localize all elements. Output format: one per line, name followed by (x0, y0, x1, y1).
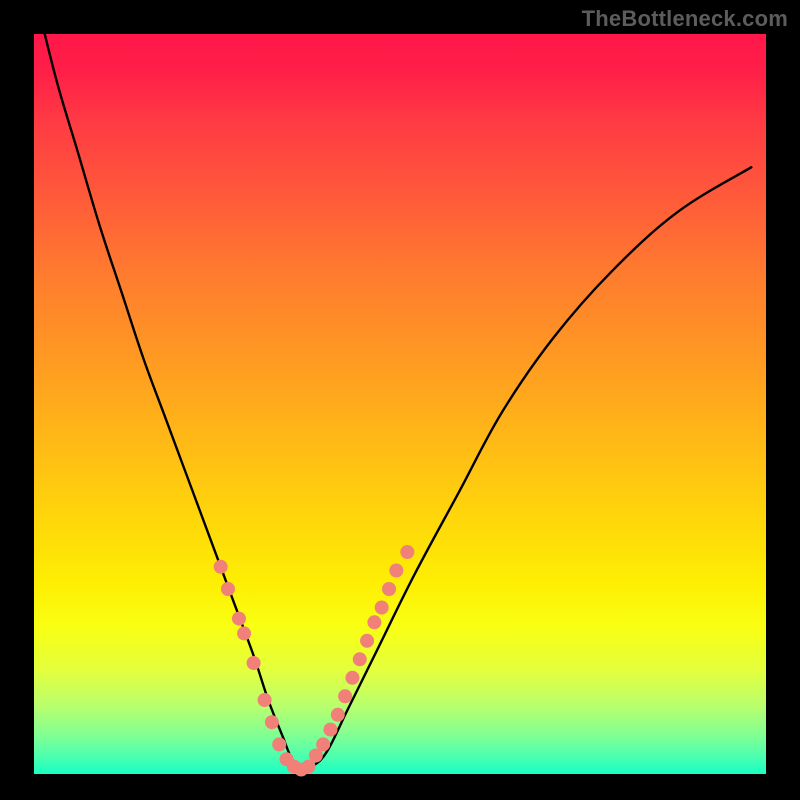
highlight-dot (272, 737, 286, 751)
highlight-dot (247, 656, 261, 670)
highlight-dot (367, 615, 381, 629)
highlight-dot (265, 715, 279, 729)
highlight-dot (360, 634, 374, 648)
outer-frame: TheBottleneck.com (0, 0, 800, 800)
highlight-dot (353, 652, 367, 666)
highlight-dot (232, 612, 246, 626)
curve-layer (34, 0, 751, 770)
chart-svg (34, 34, 766, 774)
highlight-dot (214, 560, 228, 574)
highlight-dots (214, 545, 415, 777)
highlight-dot (338, 689, 352, 703)
highlight-dot (323, 723, 337, 737)
highlight-dot (221, 582, 235, 596)
highlight-dot (375, 601, 389, 615)
highlight-dot (345, 671, 359, 685)
highlight-dot (389, 564, 403, 578)
watermark-text: TheBottleneck.com (582, 6, 788, 32)
highlight-dot (316, 737, 330, 751)
highlight-dot (258, 693, 272, 707)
highlight-dot (331, 708, 345, 722)
highlight-dot (382, 582, 396, 596)
highlight-dot (400, 545, 414, 559)
plot-area (34, 34, 766, 774)
bottleneck-curve (34, 0, 751, 770)
highlight-dot (237, 626, 251, 640)
